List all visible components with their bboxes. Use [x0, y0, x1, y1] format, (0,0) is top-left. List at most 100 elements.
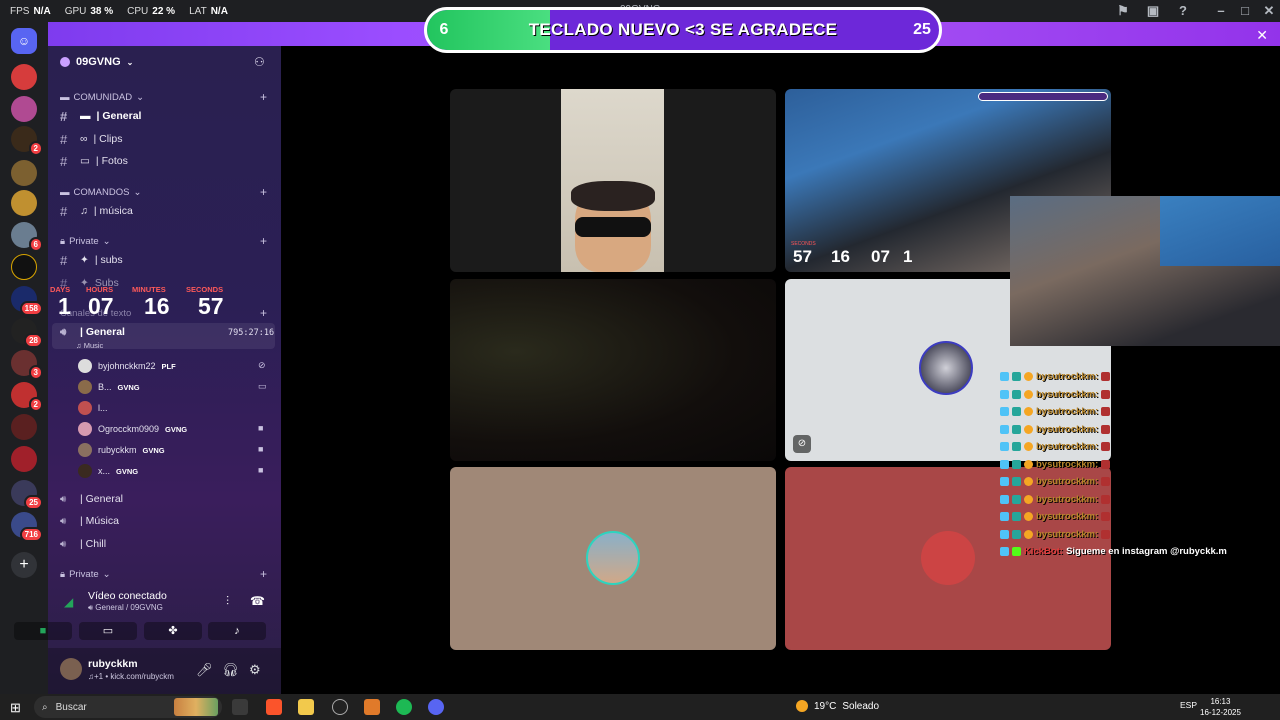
category-private-2[interactable]: 🔒︎ Private ⌄	[60, 569, 111, 580]
voice-user[interactable]: Ogrocckm0909 GVNG	[78, 422, 187, 436]
badge: 25	[24, 495, 43, 510]
noise-icon[interactable]: ⫶	[226, 594, 229, 609]
soundboard-button[interactable]: ♪	[208, 622, 266, 640]
emote-icon	[1101, 424, 1111, 434]
add-channel-icon[interactable]: +	[260, 185, 267, 199]
sword-icon	[1000, 459, 1009, 469]
server-icon[interactable]	[11, 414, 37, 440]
video-tile[interactable]	[450, 279, 776, 461]
chat-message: bysutrockkm:	[1000, 438, 1270, 456]
server-icon[interactable]: 716	[11, 512, 43, 542]
camera-button[interactable]: ■	[14, 622, 72, 640]
add-server-icon[interactable]: +	[11, 552, 37, 578]
spotify-icon[interactable]	[396, 699, 412, 715]
activities-button[interactable]: ✤	[144, 622, 202, 640]
voice-channel-musica[interactable]: 🔊︎ | Música	[60, 513, 119, 529]
server-icon[interactable]: 25	[11, 480, 43, 510]
channel-clips[interactable]: # ∞ | Clips	[60, 131, 122, 147]
voice-user[interactable]: x... GVNG	[78, 464, 138, 478]
server-icon[interactable]	[11, 446, 37, 472]
disconnect-icon[interactable]: ☎	[250, 594, 265, 608]
task-view-icon[interactable]	[232, 699, 248, 715]
obs-icon[interactable]	[332, 699, 348, 715]
camera-feed	[561, 89, 664, 272]
channel-subs[interactable]: # ✦ | subs	[60, 252, 123, 268]
voice-user[interactable]: l...	[78, 401, 108, 415]
server-icon[interactable]: 2	[11, 382, 43, 412]
app-icon[interactable]	[364, 699, 380, 715]
picture-in-picture-video[interactable]	[1010, 196, 1280, 346]
chat-icon: ▬	[80, 110, 91, 122]
server-icon[interactable]: 28	[11, 318, 43, 348]
channel-general[interactable]: # ▬ | General	[60, 108, 141, 124]
badge: 716	[19, 527, 43, 542]
inbox-icon[interactable]: ▣	[1144, 2, 1162, 20]
badge: 2	[28, 397, 43, 412]
voice-user[interactable]: B... GVNG	[78, 380, 140, 394]
server-icon[interactable]	[11, 96, 37, 122]
gpu-stat: GPU 38 %	[64, 5, 114, 17]
category-private[interactable]: 🔒︎ Private ⌄	[60, 236, 111, 247]
guild-header[interactable]: 09GVNG ⌄	[60, 56, 133, 68]
banner-close-icon[interactable]: ✕	[1256, 27, 1268, 44]
server-icon[interactable]: 2	[11, 126, 43, 156]
coin-icon	[1024, 459, 1033, 469]
mic-icon[interactable]: 🎤︎	[196, 662, 213, 678]
user-panel: rubyckkm ♫+1 • kick.com/rubyckm 🎤︎ 🎧︎ ⚙	[48, 648, 281, 694]
weather-widget[interactable]: 19°C Soleado	[796, 700, 879, 712]
speaker-icon: 🔊︎	[60, 515, 67, 527]
headphones-icon[interactable]: 🎧︎	[222, 662, 239, 678]
voice-channel-chill[interactable]: 🔊︎ | Chill	[60, 536, 106, 552]
server-icon[interactable]: 158	[11, 286, 43, 316]
voice-user[interactable]: byjohnckkm22 PLF	[78, 359, 176, 373]
server-icon[interactable]	[11, 190, 37, 216]
close-window-button[interactable]: ✕	[1260, 2, 1278, 20]
discord-taskbar-icon[interactable]	[428, 699, 444, 715]
chevron-down-icon: ⌄	[102, 236, 111, 247]
server-icon[interactable]	[11, 64, 37, 90]
brave-browser-icon[interactable]	[266, 699, 282, 715]
add-channel-icon[interactable]: +	[260, 90, 267, 104]
server-icon[interactable]	[11, 254, 37, 280]
minimize-button[interactable]: –	[1212, 2, 1230, 20]
sword-icon	[1000, 442, 1009, 452]
channel-fotos[interactable]: # ▭ | Fotos	[60, 153, 128, 169]
taskbar-search[interactable]: ⌕ Buscar	[34, 696, 222, 718]
voice-channel-general-1[interactable]: 🔊︎ | General	[60, 491, 123, 507]
video-tile[interactable]	[450, 89, 776, 272]
voice-channel-general[interactable]: 🔊︎ | General	[60, 324, 125, 340]
flag-icon[interactable]: ⚑	[1114, 2, 1132, 20]
add-member-icon[interactable]: ⚇	[254, 55, 265, 69]
emote-icon	[1101, 494, 1111, 504]
emote-icon	[1101, 512, 1111, 522]
voice-user[interactable]: rubyckkm GVNG	[78, 443, 165, 457]
server-icon[interactable]: 3	[11, 350, 43, 380]
connection-channel[interactable]: 🔊︎ General / 09GVNG	[88, 603, 163, 613]
screen-icon: ▭	[258, 381, 267, 391]
clock[interactable]: 16:13 16-12-2025	[1200, 696, 1241, 718]
windows-start-icon[interactable]: ⊞	[10, 700, 21, 716]
sword-icon	[1000, 477, 1009, 487]
maximize-button[interactable]: □	[1236, 2, 1254, 20]
username[interactable]: rubyckkm	[88, 658, 138, 670]
server-icon[interactable]	[11, 160, 37, 186]
add-channel-icon[interactable]: +	[260, 234, 267, 248]
lock-icon: 🔒︎	[60, 236, 66, 247]
avatar[interactable]	[60, 658, 82, 680]
channel-musica[interactable]: # ♫ | música	[60, 203, 133, 219]
check-icon	[1012, 547, 1021, 557]
add-channel-icon[interactable]: +	[260, 567, 267, 581]
language-indicator[interactable]: ESP	[1180, 700, 1197, 710]
discord-home-icon[interactable]: ☺	[11, 28, 37, 54]
server-icon[interactable]: 6	[11, 222, 43, 252]
add-channel-icon[interactable]: +	[260, 306, 267, 320]
category-comunidad[interactable]: ▬ COMUNIDAD ⌄	[60, 92, 144, 103]
settings-gear-icon[interactable]: ⚙	[249, 662, 261, 678]
screenshare-button[interactable]: ▭	[79, 622, 137, 640]
video-tile[interactable]	[450, 467, 776, 650]
help-icon[interactable]: ?	[1174, 2, 1192, 20]
link-icon: ∞	[80, 133, 88, 145]
file-explorer-icon[interactable]	[298, 699, 314, 715]
category-comandos[interactable]: ▬ COMANDOS ⌄	[60, 187, 141, 198]
muted-mic-icon: ⊘	[793, 435, 811, 453]
